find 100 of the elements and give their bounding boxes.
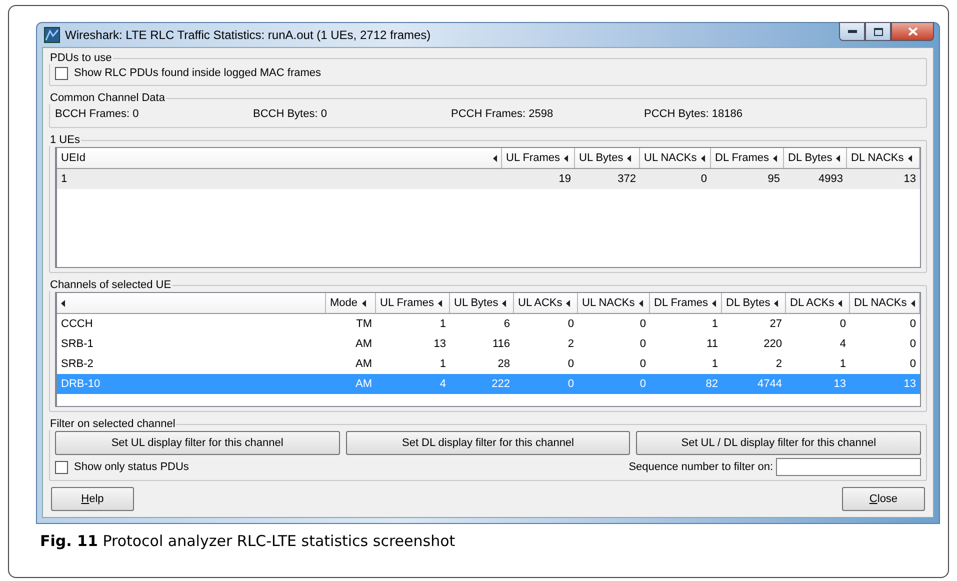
sort-arrow-icon <box>564 154 568 162</box>
column-header[interactable]: UL ACKs <box>514 293 578 313</box>
table-cell-text: 0 <box>638 318 647 330</box>
help-button[interactable]: Help <box>51 487 134 511</box>
stat-label: PCCH Frames: 2598 <box>451 108 554 120</box>
sort-arrow-icon <box>836 154 840 162</box>
table-cell-text: 372 <box>616 173 637 185</box>
table-cell-text: 0 <box>908 318 917 330</box>
table-cell-text: 220 <box>762 338 783 350</box>
table-row[interactable]: SRB-2 AM 1 28 0 0 1 2 1 0 <box>57 354 920 374</box>
sort-arrow-icon <box>61 300 65 306</box>
group-title: Filter on selected channel <box>49 418 176 430</box>
table-cell-text: AM <box>354 378 373 390</box>
checkbox-label: Show RLC PDUs found inside logged MAC frames <box>74 67 322 79</box>
stat-label: BCCH Bytes: 0 <box>253 108 328 120</box>
table-cell-text: 13 <box>902 378 917 390</box>
sort-arrow-icon <box>438 300 442 306</box>
column-header[interactable]: UL Frames <box>502 148 575 168</box>
sort-arrow-icon <box>362 300 366 306</box>
minimize-button[interactable] <box>839 22 865 41</box>
table-cell-text: 1 <box>60 173 68 185</box>
group-title: PDUs to use <box>49 52 113 64</box>
sort-arrow-icon <box>638 300 643 306</box>
table-cell-text: 0 <box>838 318 847 330</box>
table-cell-text: 116 <box>491 338 511 350</box>
checkbox-label: Show only status PDUs <box>74 461 189 473</box>
table-row[interactable]: SRB-1 AM 13 116 2 0 11 220 4 0 <box>57 334 920 354</box>
sort-arrow-icon <box>910 300 915 306</box>
filter-button[interactable]: Set UL / DL display filter for this channel <box>636 431 921 455</box>
table-cell-text: 0 <box>638 378 647 390</box>
table-cell-text: 13 <box>902 173 917 185</box>
column-header[interactable]: DL NACKs <box>847 148 920 168</box>
column-header[interactable]: UL Frames <box>376 293 450 313</box>
table-cell-text: CCCH <box>60 318 94 330</box>
table-cell-text: 11 <box>706 338 719 350</box>
table-cell-text: 0 <box>638 358 647 370</box>
sort-arrow-icon <box>838 300 842 306</box>
table-cell-text: 1 <box>710 358 719 370</box>
field-label: Sequence number to filter on: <box>628 461 773 473</box>
table-cell-text: 4993 <box>818 173 844 185</box>
close-icon <box>908 27 918 36</box>
sort-arrow-icon <box>773 154 777 162</box>
input-field[interactable] <box>776 458 921 476</box>
close-dialog-button[interactable]: Close <box>842 487 925 511</box>
table-cell-text: 4744 <box>756 378 783 390</box>
table-cell-text: 0 <box>566 358 575 370</box>
table-cell-text: 82 <box>704 378 719 390</box>
table-cell-text: 19 <box>558 173 572 185</box>
column-header[interactable]: DL Bytes <box>784 148 847 168</box>
group-title: Channels of selected UE <box>49 279 172 291</box>
checkbox[interactable] <box>55 460 68 474</box>
column-header[interactable]: UL NACKs <box>640 148 711 168</box>
table-cell-text: 2 <box>774 358 783 370</box>
sort-arrow-icon <box>627 154 632 162</box>
table-cell-text: 1 <box>838 358 847 370</box>
table-row[interactable]: CCCH TM 1 6 0 0 1 27 0 0 <box>57 314 920 334</box>
sort-arrow-icon <box>493 154 497 162</box>
table-cell-text: AM <box>354 338 373 350</box>
stat-label: PCCH Bytes: 18186 <box>644 108 744 120</box>
column-header[interactable]: DL Frames <box>711 148 784 168</box>
table-cell-text: 6 <box>502 318 511 330</box>
sort-arrow-icon <box>908 154 912 162</box>
column-header[interactable]: UL NACKs <box>578 293 650 313</box>
maximize-button[interactable] <box>865 22 891 41</box>
maximize-icon <box>874 28 882 36</box>
table-row[interactable]: 1 19 372 0 95 4993 13 <box>57 169 920 189</box>
table-cell-text: 4 <box>838 338 847 350</box>
table-cell-text: 0 <box>638 338 647 350</box>
table-cell-text: 0 <box>908 338 917 350</box>
filter-button[interactable]: Set UL display filter for this channel <box>55 431 340 455</box>
table-cell-text: 95 <box>766 173 781 185</box>
close-button[interactable] <box>891 22 934 41</box>
sort-arrow-icon <box>502 300 506 306</box>
table-cell-text: SRB-1 <box>60 338 94 350</box>
filter-button[interactable]: Set DL display filter for this channel <box>346 431 630 455</box>
table-cell-text: 28 <box>496 358 511 370</box>
table-cell-text: AM <box>354 358 373 370</box>
table-cell-text: 4 <box>438 378 447 390</box>
column-header[interactable]: UL Bytes <box>450 293 514 313</box>
stat-label: BCCH Frames: 0 <box>55 108 140 120</box>
column-header[interactable]: UEId <box>57 148 502 168</box>
table-cell-text: 13 <box>432 338 447 350</box>
column-header[interactable]: DL Bytes <box>722 293 786 313</box>
column-header[interactable]: UL Bytes <box>575 148 640 168</box>
table-cell-text: TM <box>355 318 373 330</box>
figure-caption: Fig. 11 Protocol analyzer RLC-LTE statistics screenshot <box>40 532 456 550</box>
column-header[interactable]: Mode <box>326 293 376 313</box>
column-header[interactable]: DL ACKs <box>786 293 850 313</box>
sort-arrow-icon <box>700 154 705 162</box>
checkbox[interactable] <box>55 66 68 80</box>
column-header[interactable]: DL NACKs <box>850 293 920 313</box>
table-cell-text: 1 <box>438 358 447 370</box>
column-header[interactable]: DL Frames <box>650 293 722 313</box>
table-cell-text: 27 <box>768 318 783 330</box>
sort-arrow-icon <box>774 300 778 306</box>
table-cell-text: 0 <box>908 358 917 370</box>
table-cell-text: DRB-10 <box>60 378 102 390</box>
sort-arrow-icon <box>566 300 570 306</box>
table-cell-text: 222 <box>490 378 511 390</box>
group-title: 1 UEs <box>49 134 81 146</box>
